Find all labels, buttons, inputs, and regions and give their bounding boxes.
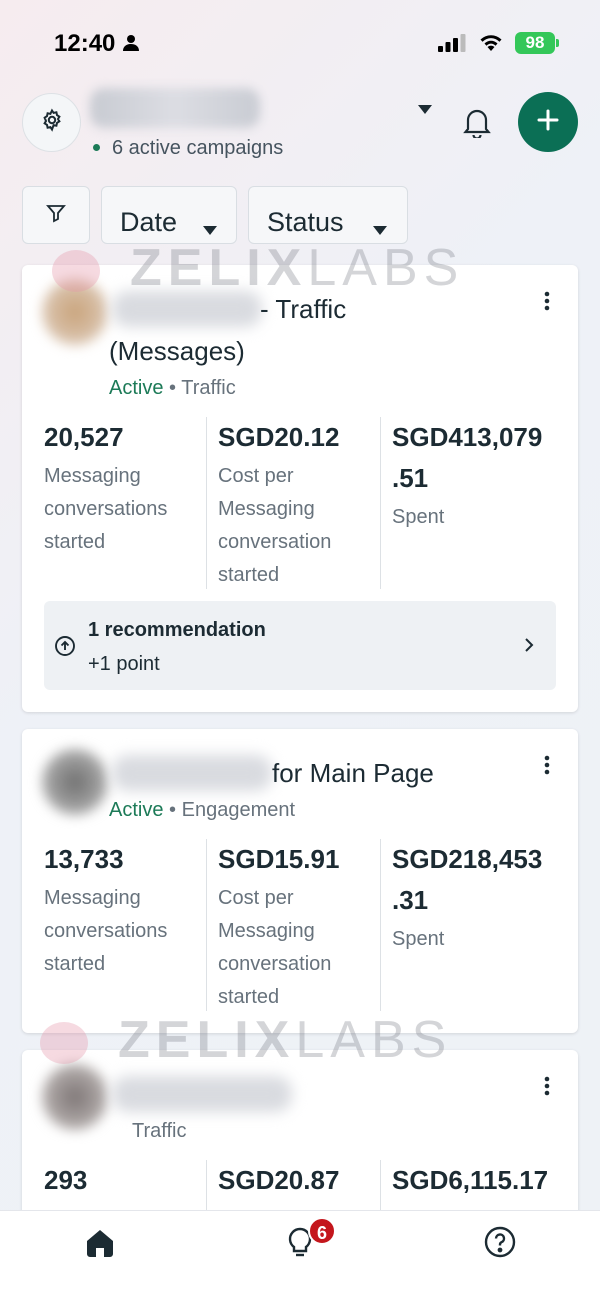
date-filter-label: Date bbox=[120, 207, 178, 237]
create-campaign-button[interactable] bbox=[518, 92, 578, 152]
metric-label: Messaging conversations started bbox=[44, 887, 168, 975]
more-options-icon[interactable] bbox=[544, 291, 550, 316]
clock-time: 12:40 bbox=[54, 30, 116, 57]
metric-value: SGD6,115.17 bbox=[392, 1165, 549, 1195]
metric-value: SGD15.91 bbox=[218, 844, 340, 874]
campaign-card[interactable]: for Main Page Active • Engagement 13,733… bbox=[22, 729, 578, 1033]
campaign-name-redacted bbox=[112, 1076, 292, 1112]
status-separator: • bbox=[169, 799, 177, 821]
help-icon[interactable] bbox=[483, 1225, 517, 1264]
campaign-card[interactable]: - Traffic (Messages) Active • Traffic 20… bbox=[22, 265, 578, 712]
campaign-avatar-redacted bbox=[42, 1064, 108, 1130]
plus-icon bbox=[536, 108, 560, 137]
metric-results: 293 bbox=[44, 1160, 209, 1201]
status-active: Active bbox=[109, 799, 164, 821]
recommendation-banner[interactable]: 1 recommendation +1 point bbox=[44, 601, 556, 690]
status-separator: • bbox=[169, 377, 177, 399]
account-name-redacted[interactable] bbox=[90, 88, 260, 128]
metric-divider bbox=[380, 839, 381, 1011]
more-options-icon[interactable] bbox=[544, 1076, 550, 1101]
more-options-icon[interactable] bbox=[544, 755, 550, 780]
metric-divider bbox=[206, 839, 207, 1011]
chevron-right-icon bbox=[524, 637, 534, 658]
status-filter-chip[interactable]: Status bbox=[248, 186, 408, 244]
funnel-icon bbox=[46, 203, 66, 228]
campaign-status-line: Active • Traffic bbox=[109, 377, 236, 400]
metric-value: 293 bbox=[44, 1165, 88, 1195]
metric-spent: SGD6,115.17 bbox=[392, 1160, 572, 1201]
metric-divider bbox=[206, 417, 207, 589]
settings-button[interactable] bbox=[22, 93, 81, 152]
metric-label: Spent bbox=[392, 506, 445, 528]
active-campaign-count: 6 active campaigns bbox=[112, 137, 284, 159]
gear-icon bbox=[40, 108, 64, 137]
metric-value: SGD218,453 .31 bbox=[392, 844, 543, 915]
metric-value: SGD20.87 bbox=[218, 1165, 340, 1195]
metric-spent: SGD413,079 .51 Spent bbox=[392, 417, 557, 534]
wifi-icon bbox=[478, 32, 504, 57]
campaign-title: for Main Page bbox=[272, 758, 434, 788]
bottom-navigation: 6 bbox=[0, 1210, 600, 1303]
battery-tip bbox=[556, 39, 559, 47]
campaign-objective: Traffic bbox=[181, 377, 236, 399]
metric-spent: SGD218,453 .31 Spent bbox=[392, 839, 557, 956]
metric-cost-per-result: SGD15.91 Cost per Messaging conversation… bbox=[218, 839, 383, 1014]
metric-cost-per-result: SGD20.87 bbox=[218, 1160, 383, 1201]
metric-results: 13,733 Messaging conversations started bbox=[44, 839, 209, 981]
brain-logo-icon bbox=[52, 250, 100, 293]
metric-value: SGD413,079 .51 bbox=[392, 422, 543, 493]
metric-label: Messaging conversations started bbox=[44, 465, 168, 553]
campaign-avatar-redacted bbox=[42, 749, 108, 815]
person-icon bbox=[122, 34, 140, 57]
recommendation-title: 1 recommendation bbox=[88, 619, 266, 641]
metric-label: Cost per Messaging conversation started bbox=[218, 465, 332, 586]
battery-level: 98 bbox=[515, 32, 555, 54]
campaign-title-line2: (Messages) bbox=[109, 336, 245, 366]
status-bar: 12:40 98 bbox=[0, 0, 600, 80]
metric-results: 20,527 Messaging conversations started bbox=[44, 417, 209, 559]
account-dropdown-caret-icon[interactable] bbox=[418, 101, 432, 119]
campaign-name-redacted bbox=[112, 755, 272, 791]
date-filter-chip[interactable]: Date bbox=[101, 186, 237, 244]
arrow-up-circle-icon bbox=[54, 635, 76, 662]
campaign-status-line: Active • Engagement bbox=[109, 799, 295, 822]
filter-button[interactable] bbox=[22, 186, 90, 244]
recommendation-points: +1 point bbox=[88, 653, 160, 675]
notification-badge: 6 bbox=[308, 1217, 336, 1245]
watermark: ZELIXLABS bbox=[40, 1010, 452, 1070]
metric-value: 20,527 bbox=[44, 422, 124, 452]
active-status-dot bbox=[93, 144, 100, 151]
status-filter-label: Status bbox=[267, 207, 344, 237]
metric-divider bbox=[380, 417, 381, 589]
metric-value: 13,733 bbox=[44, 844, 124, 874]
home-icon[interactable] bbox=[84, 1227, 116, 1264]
brain-logo-icon bbox=[40, 1022, 88, 1065]
campaign-objective: Traffic bbox=[132, 1120, 187, 1142]
metric-value: SGD20.12 bbox=[218, 422, 340, 452]
metric-label: Cost per Messaging conversation started bbox=[218, 887, 332, 1008]
metric-label: Spent bbox=[392, 928, 445, 950]
campaign-objective: Engagement bbox=[181, 799, 296, 821]
campaign-status-line: Traffic bbox=[132, 1120, 186, 1143]
notifications-bell-icon[interactable] bbox=[462, 106, 492, 143]
watermark: ZELIXLABS bbox=[52, 238, 464, 298]
status-active: Active bbox=[109, 377, 164, 399]
cellular-signal-icon bbox=[438, 34, 466, 57]
metric-cost-per-result: SGD20.12 Cost per Messaging conversation… bbox=[218, 417, 383, 592]
